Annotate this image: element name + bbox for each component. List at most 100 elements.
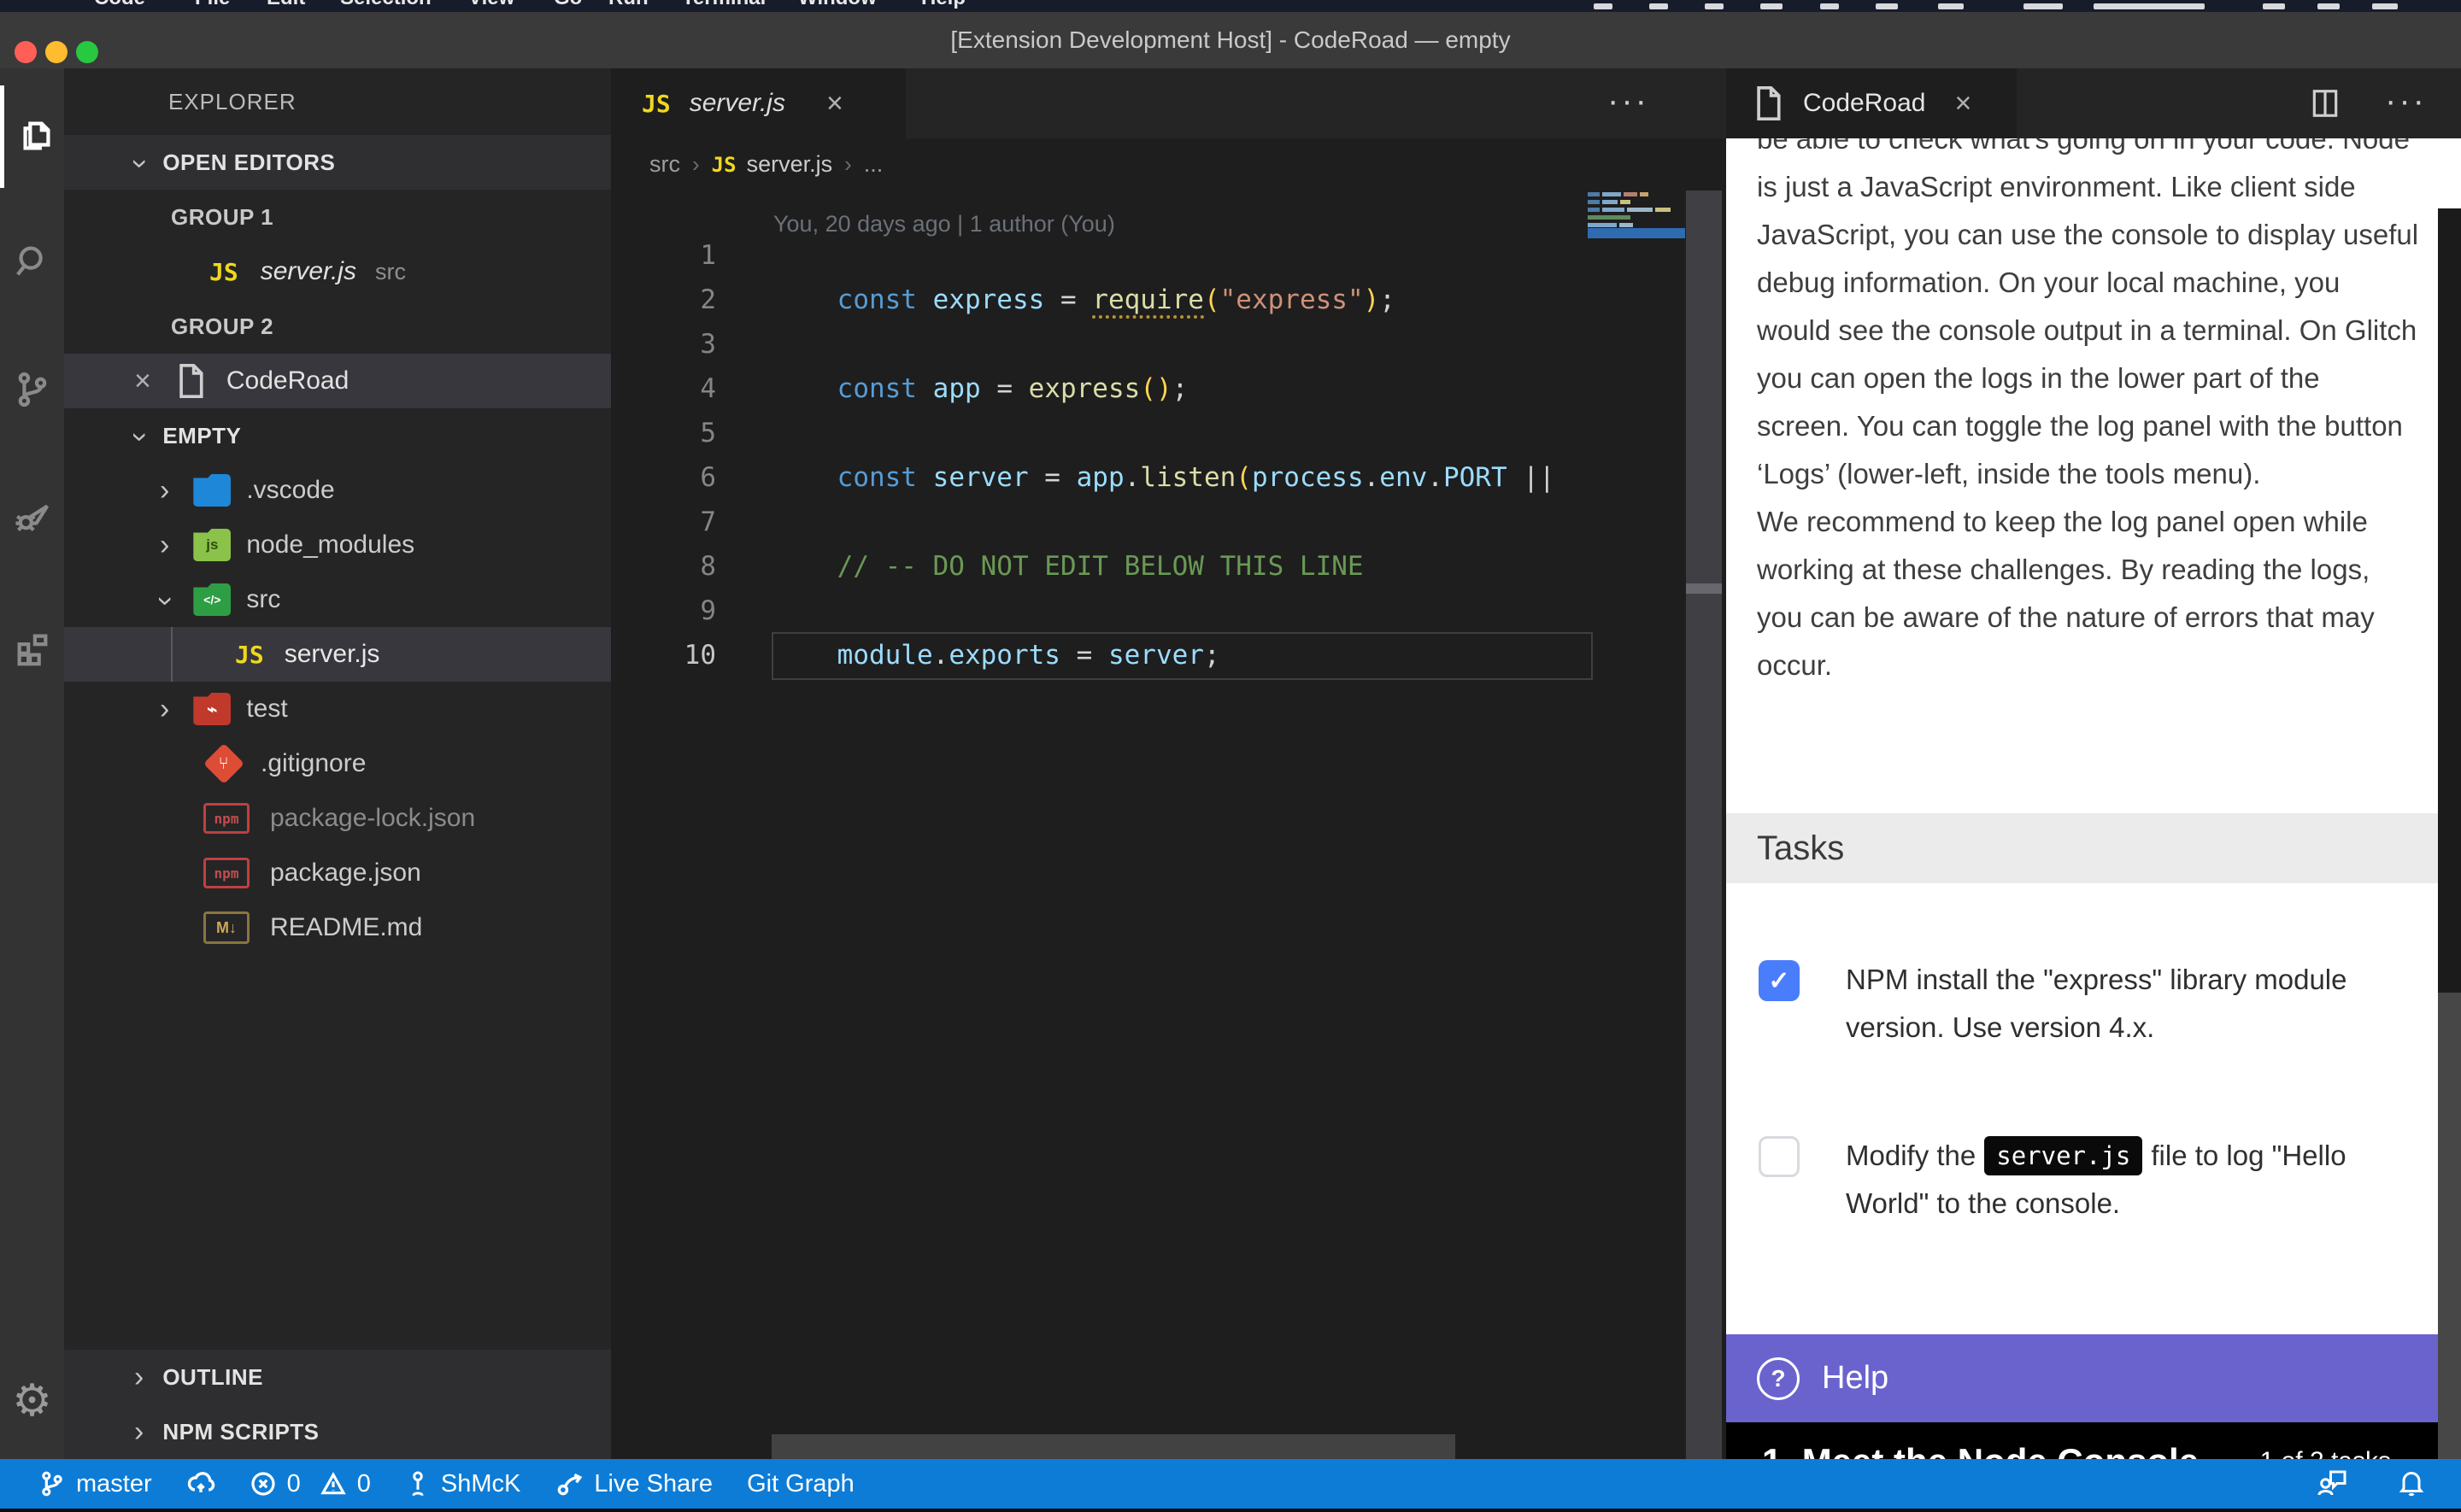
search-icon [13, 242, 52, 285]
tree-item-src[interactable]: › </> src [64, 572, 611, 627]
line-number: 1 [648, 233, 716, 278]
tree-item-gitignore[interactable]: ⑂ .gitignore [64, 736, 611, 791]
tree-item-label: server.js [285, 640, 380, 669]
tree-item-label: test [246, 694, 287, 724]
code-line-9[interactable]: module.exports = server; [773, 589, 1220, 633]
code-token: // -- DO NOT EDIT BELOW THIS LINE [837, 551, 1364, 582]
task2-code-chip: server.js [1984, 1136, 2142, 1175]
editor-scrollbar-track[interactable] [1686, 190, 1722, 1459]
editor-more-actions-icon[interactable]: ··· [1607, 82, 1649, 120]
menu-item-window[interactable]: Window [798, 0, 877, 10]
line-number: 9 [648, 589, 716, 633]
code-token [917, 373, 933, 404]
search-activity-button[interactable] [0, 212, 64, 314]
breadcrumb-symbol[interactable]: ... [864, 151, 884, 178]
src-folder-icon: </> [193, 583, 231, 616]
liveshare-user-status[interactable]: ShMcK [405, 1469, 520, 1498]
code-token: ( [1236, 462, 1252, 493]
extensions-activity-button[interactable] [0, 598, 64, 700]
problems-status[interactable]: 0 0 [250, 1470, 371, 1498]
help-button[interactable]: ? Help [1726, 1334, 2438, 1422]
run-debug-activity-button[interactable] [0, 466, 64, 569]
source-control-activity-button[interactable] [0, 340, 64, 442]
close-tab-icon[interactable]: × [826, 87, 843, 120]
code-token: ( [1204, 284, 1220, 315]
task1-checkbox-checked[interactable]: ✓ [1759, 960, 1800, 1001]
menu-item-selection[interactable]: Selection [340, 0, 432, 10]
breadcrumb-separator: › [692, 151, 700, 178]
indent-guide [171, 627, 173, 682]
menu-item-help[interactable]: Help [921, 0, 966, 10]
task2-checkbox-unchecked[interactable] [1759, 1136, 1800, 1177]
live-share-status[interactable]: Live Share [555, 1469, 713, 1498]
workspace-header[interactable]: › EMPTY [64, 408, 611, 463]
code-token: app [933, 373, 981, 404]
task2-text: Modify the server.js file to log "Hello … [1846, 1132, 2346, 1228]
feedback-icon[interactable] [2315, 1467, 2349, 1502]
error-count: 0 [287, 1470, 301, 1498]
code-line-7[interactable]: // -- DO NOT EDIT BELOW THIS LINE [773, 500, 1364, 544]
menu-item-go[interactable]: Go [554, 0, 582, 10]
git-graph-status[interactable]: Git Graph [747, 1470, 855, 1498]
tree-item-node-modules[interactable]: › js node_modules [64, 518, 611, 572]
tree-item-vscode[interactable]: › .vscode [64, 463, 611, 518]
code-token: const [837, 284, 917, 315]
menu-item-file[interactable]: File [195, 0, 230, 10]
tree-item-test[interactable]: › ⌁ test [64, 682, 611, 736]
js-file-icon: JS [235, 641, 264, 669]
tab-title: server.js [690, 89, 785, 118]
code-token: ; [1172, 373, 1189, 404]
editor-scrollbar-thumb[interactable] [1686, 583, 1722, 594]
panel-more-actions-icon[interactable]: ··· [2385, 82, 2427, 120]
horizontal-scrollbar-thumb[interactable] [772, 1434, 1455, 1459]
settings-gear-button[interactable]: ⚙ [0, 1350, 64, 1452]
current-line-highlight [772, 632, 1593, 680]
close-icon[interactable]: × [134, 365, 151, 398]
menu-item-view[interactable]: View [468, 0, 514, 10]
tree-item-package-json[interactable]: npm package.json [64, 846, 611, 900]
code-line-5[interactable]: const server = app.listen(process.env.PO… [773, 411, 1555, 455]
menu-item-run[interactable]: Run [608, 0, 649, 10]
code-line-1[interactable]: const express = require("express"); [773, 233, 1395, 278]
notifications-bell-icon[interactable] [2396, 1467, 2427, 1502]
webview-scrollbar-track[interactable] [2438, 208, 2461, 993]
outline-section-header[interactable]: › OUTLINE [64, 1350, 611, 1404]
extensions-icon [13, 628, 52, 671]
tree-item-readme[interactable]: M↓ README.md [64, 900, 611, 955]
file-page-icon [1753, 86, 1783, 120]
npm-scripts-section-header[interactable]: › NPM SCRIPTS [64, 1404, 611, 1459]
tree-item-package-lock[interactable]: npm package-lock.json [64, 791, 611, 846]
close-tab-icon[interactable]: × [1954, 87, 1971, 120]
minimap[interactable] [1588, 190, 1685, 327]
tree-item-label: src [246, 585, 280, 614]
open-editor-detail: src [375, 259, 406, 285]
open-editors-header[interactable]: › OPEN EDITORS [64, 135, 611, 190]
line-number: 7 [648, 500, 716, 544]
webview-scrollbar-thumb[interactable] [2438, 993, 2461, 1459]
split-editor-icon[interactable] [2309, 87, 2341, 124]
chevron-right-icon: › [134, 1417, 144, 1446]
tab-serverjs[interactable]: JS server.js × [611, 68, 906, 138]
live-share-label: Live Share [594, 1470, 713, 1498]
tab-coderoad[interactable]: CodeRoad × [1726, 68, 2017, 138]
git-branch-status[interactable]: master [38, 1470, 152, 1498]
lesson-header[interactable]: 1. Meet the Node Console 1 of 2 tasks [1726, 1422, 2438, 1459]
menu-item-terminal[interactable]: Terminal [682, 0, 766, 10]
breadcrumb-src[interactable]: src [649, 151, 680, 178]
menubar-spotlight-icon [2263, 3, 2285, 9]
sync-status[interactable] [186, 1469, 215, 1498]
tree-item-serverjs-selected[interactable]: JS server.js [64, 627, 611, 682]
debug-icon [13, 496, 52, 540]
task2-text-post: file to log "Hello [2151, 1132, 2346, 1180]
chevron-right-icon: › [160, 530, 169, 560]
code-token: ) [1364, 284, 1380, 315]
menu-item-code[interactable]: Code [94, 0, 145, 10]
explorer-activity-button[interactable] [0, 85, 68, 188]
open-editor-item-serverjs[interactable]: JS server.js src [64, 244, 611, 299]
open-editor-item-coderoad[interactable]: × CodeRoad [64, 354, 611, 408]
code-line-3[interactable]: const app = express(); [773, 322, 1188, 366]
menu-item-edit[interactable]: Edit [267, 0, 305, 10]
file-page-icon [175, 364, 206, 398]
git-graph-label: Git Graph [747, 1470, 855, 1498]
breadcrumb-file[interactable]: server.js [747, 151, 833, 178]
